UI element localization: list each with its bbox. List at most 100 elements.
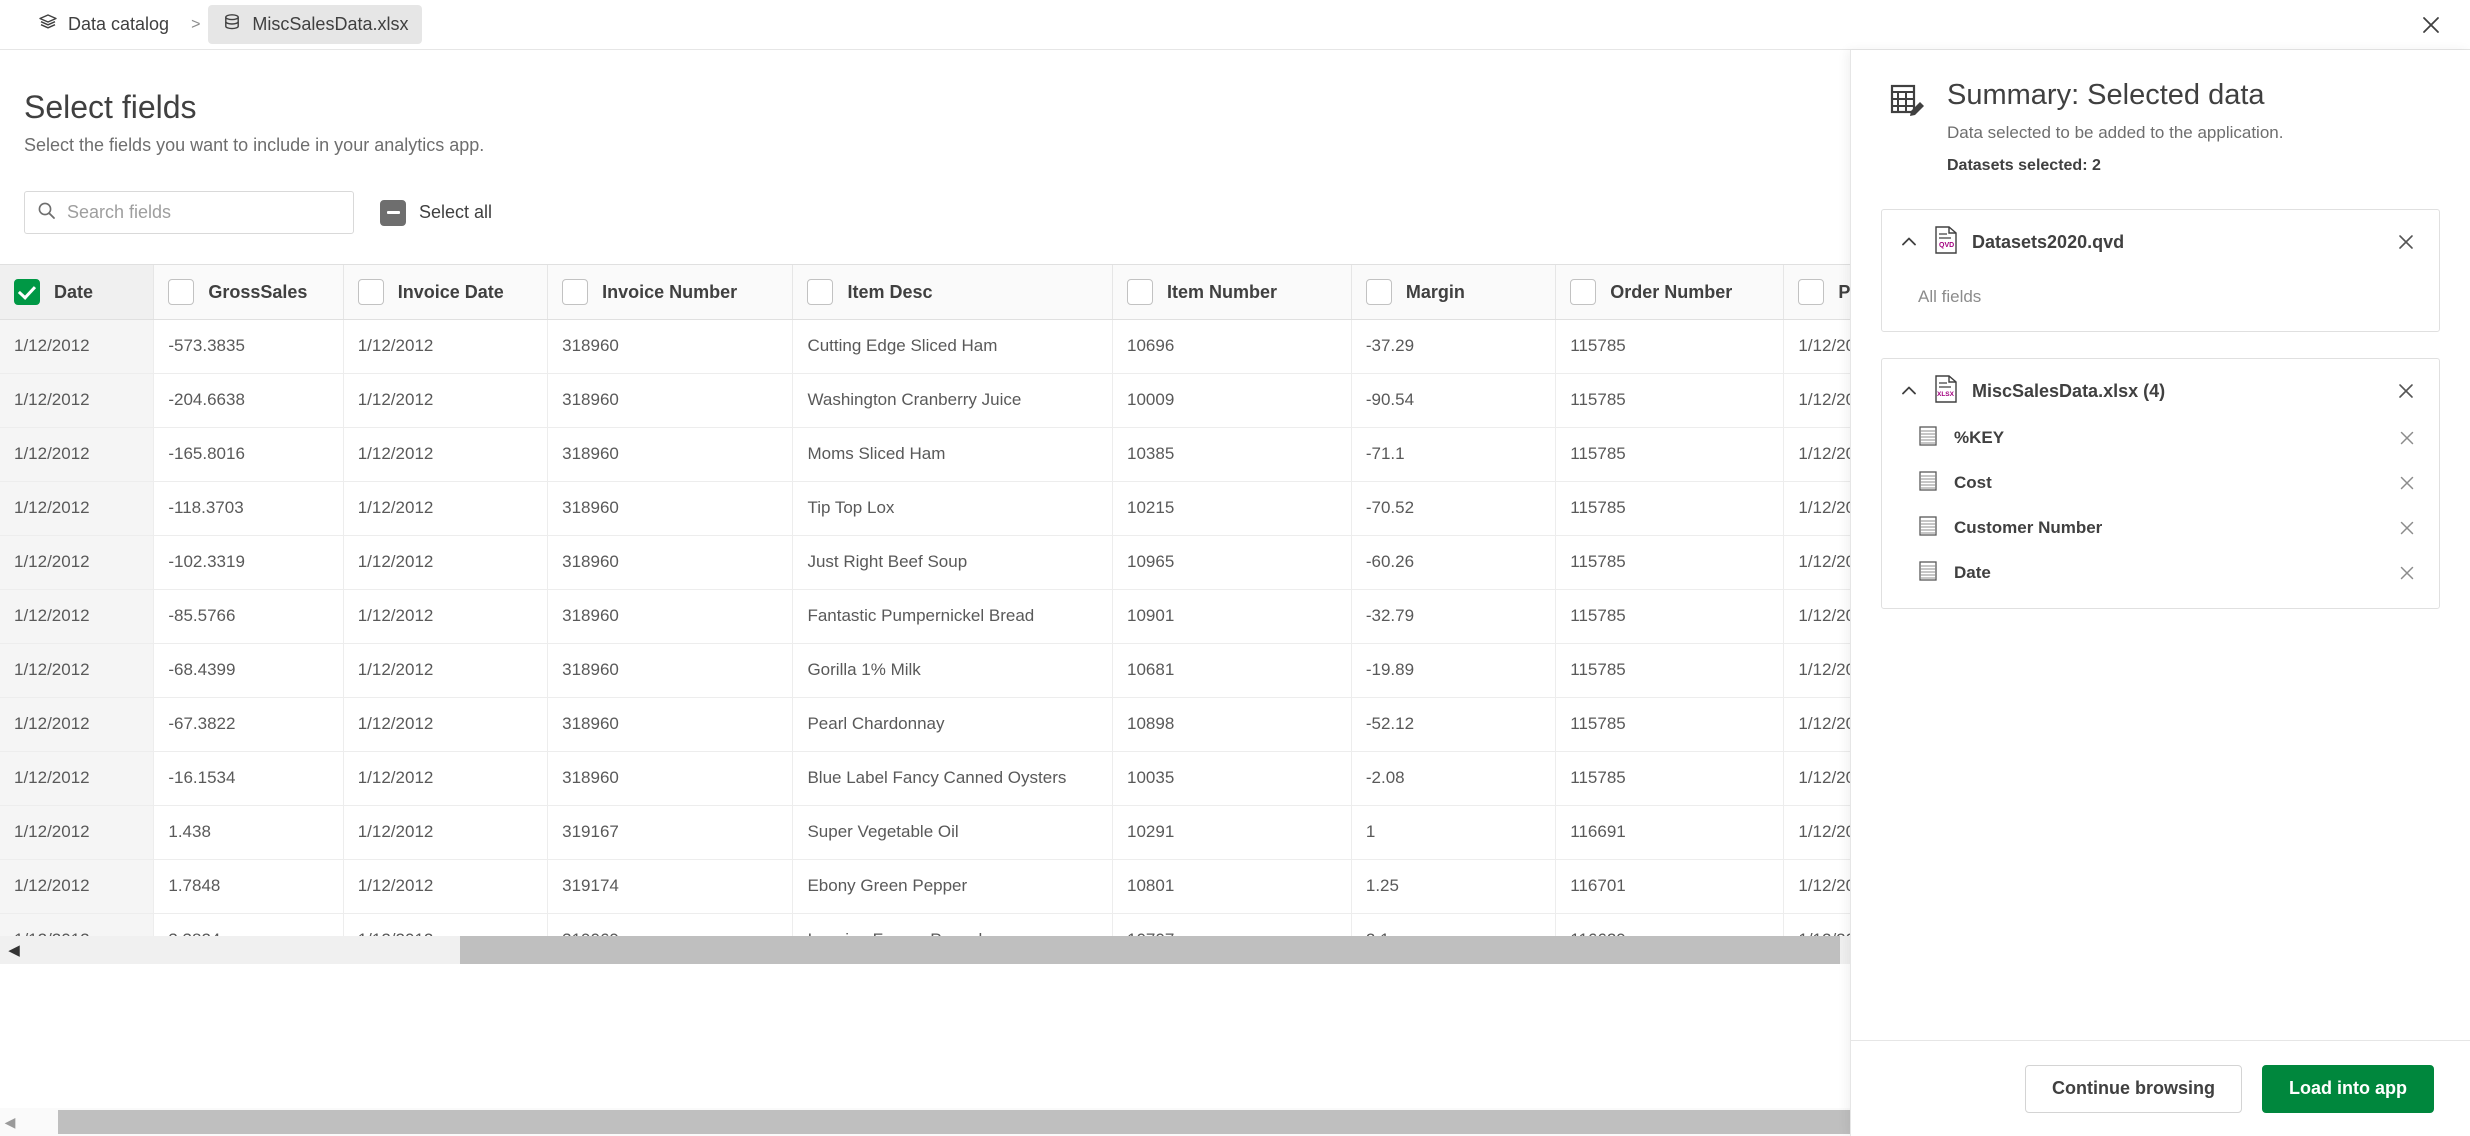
column-label: Item Number xyxy=(1167,281,1278,302)
column-header-item-desc[interactable]: Item Desc xyxy=(792,265,1113,320)
dataset-card-xlsx: XLSX MiscSalesData.xlsx (4) %KEY Cost Cust… xyxy=(1881,357,2440,609)
table-cell: -16.1534 xyxy=(153,751,344,806)
field-row: Cost xyxy=(1882,461,2439,506)
column-checkbox[interactable] xyxy=(357,279,384,306)
field-icon xyxy=(1918,560,1938,587)
column-header-margin[interactable]: Margin xyxy=(1351,265,1557,320)
page-scroll-left-arrow-icon[interactable]: ◀ xyxy=(0,1114,20,1131)
field-row: Customer Number xyxy=(1882,506,2439,551)
table-cell: 115785 xyxy=(1555,697,1785,752)
table-cell: Ebony Green Pepper xyxy=(792,859,1113,914)
breadcrumb-item-data-catalog[interactable]: Data catalog xyxy=(24,5,183,44)
table-cell: 115785 xyxy=(1555,373,1785,428)
table-cell: -70.52 xyxy=(1351,481,1557,536)
scroll-left-arrow-icon[interactable]: ◀ xyxy=(0,941,28,959)
field-name: Date xyxy=(1954,563,1991,583)
summary-panel: Summary: Selected data Data selected to … xyxy=(1850,50,2470,1136)
table-cell: 10291 xyxy=(1112,805,1352,860)
column-header-grosssales[interactable]: GrossSales xyxy=(153,265,344,320)
select-all-checkbox[interactable] xyxy=(380,199,406,226)
remove-field-icon[interactable] xyxy=(2395,471,2419,495)
continue-browsing-button[interactable]: Continue browsing xyxy=(2025,1064,2243,1113)
breadcrumb-separator: > xyxy=(191,15,201,33)
column-header-invoice-number[interactable]: Invoice Number xyxy=(547,265,794,320)
load-into-app-button[interactable]: Load into app xyxy=(2262,1064,2434,1113)
table-cell: 10965 xyxy=(1112,535,1352,590)
table-cell: -165.8016 xyxy=(153,427,344,482)
table-cell: 318960 xyxy=(547,751,794,806)
table-cell: 1/12/2012 xyxy=(0,805,155,860)
table-cell: 1/12/2012 xyxy=(0,319,155,374)
table-cell: 10901 xyxy=(1112,589,1352,644)
table-cell: 1/12/2012 xyxy=(0,427,155,482)
remove-field-icon[interactable] xyxy=(2395,426,2419,450)
table-cell: 115785 xyxy=(1555,427,1785,482)
table-cell: -32.79 xyxy=(1351,589,1557,644)
dataset-card-header[interactable]: XLSX MiscSalesData.xlsx (4) xyxy=(1882,359,2439,416)
table-cell: 318960 xyxy=(547,535,794,590)
table-cell: Tip Top Lox xyxy=(792,481,1113,536)
dataset-card-header[interactable]: QVD Datasets2020.qvd xyxy=(1882,210,2439,267)
search-field-container[interactable] xyxy=(24,191,354,235)
remove-dataset-icon[interactable] xyxy=(2393,229,2419,255)
column-checkbox[interactable] xyxy=(14,279,40,306)
table-cell: 1/12/2012 xyxy=(0,481,155,536)
field-icon xyxy=(1918,425,1938,452)
table-cell: 1/12/2012 xyxy=(343,319,549,374)
column-checkbox[interactable] xyxy=(1365,279,1392,306)
column-checkbox[interactable] xyxy=(1798,279,1825,306)
table-cell: 1/12/2012 xyxy=(343,805,549,860)
table-cell: -204.6638 xyxy=(153,373,344,428)
column-header-invoice-date[interactable]: Invoice Date xyxy=(343,265,549,320)
close-icon[interactable] xyxy=(2416,10,2446,40)
select-all-control[interactable]: Select all xyxy=(380,199,492,226)
table-cell: 115785 xyxy=(1555,751,1785,806)
dataset-field-list: %KEY Cost Customer Number Date xyxy=(1882,416,2439,596)
table-cell: 1/12/2012 xyxy=(343,643,549,698)
breadcrumb-label: Data catalog xyxy=(68,14,170,34)
table-cell: 116701 xyxy=(1555,859,1785,914)
summary-header: Summary: Selected data Data selected to … xyxy=(1851,50,2470,185)
summary-data-icon xyxy=(1887,80,1927,175)
remove-field-icon[interactable] xyxy=(2395,561,2419,585)
table-cell: 1/12/2012 xyxy=(0,697,155,752)
table-cell: -19.89 xyxy=(1351,643,1557,698)
breadcrumb-label: MiscSalesData.xlsx xyxy=(252,14,409,34)
field-name: %KEY xyxy=(1954,428,2005,448)
column-checkbox[interactable] xyxy=(1127,279,1153,306)
table-cell: 318960 xyxy=(547,427,794,482)
column-checkbox[interactable] xyxy=(1570,279,1597,306)
chevron-up-icon[interactable] xyxy=(1898,231,1920,253)
table-cell: 115785 xyxy=(1555,319,1785,374)
table-cell: 1/12/2012 xyxy=(343,535,549,590)
table-cell: Moms Sliced Ham xyxy=(792,427,1113,482)
column-checkbox[interactable] xyxy=(562,279,589,306)
table-cell: Cutting Edge Sliced Ham xyxy=(792,319,1113,374)
table-cell: 1/12/2012 xyxy=(343,697,549,752)
table-cell: 1/12/2012 xyxy=(0,643,155,698)
column-checkbox[interactable] xyxy=(168,279,195,306)
dataset-icon xyxy=(222,12,242,37)
table-cell: Just Right Beef Soup xyxy=(792,535,1113,590)
scrollbar-thumb[interactable] xyxy=(460,936,1840,965)
table-cell: -85.5766 xyxy=(153,589,344,644)
column-header-order-number[interactable]: Order Number xyxy=(1555,265,1785,320)
breadcrumb-item-dataset[interactable]: MiscSalesData.xlsx xyxy=(208,5,423,44)
table-cell: 1/12/2012 xyxy=(343,751,549,806)
top-bar: Data catalog > MiscSalesData.xlsx xyxy=(0,0,2470,50)
table-cell: 1/12/2012 xyxy=(0,589,155,644)
table-cell: 115785 xyxy=(1555,535,1785,590)
remove-field-icon[interactable] xyxy=(2395,516,2419,540)
remove-dataset-icon[interactable] xyxy=(2393,378,2419,404)
table-cell: -67.3822 xyxy=(153,697,344,752)
search-input[interactable] xyxy=(67,202,341,224)
column-header-item-number[interactable]: Item Number xyxy=(1112,265,1352,320)
column-checkbox[interactable] xyxy=(807,279,834,306)
table-cell: 1 xyxy=(1351,805,1557,860)
column-header-date[interactable]: Date xyxy=(0,265,155,320)
svg-text:QVD: QVD xyxy=(1939,242,1954,249)
table-cell: 115785 xyxy=(1555,589,1785,644)
column-label: Date xyxy=(54,281,94,302)
table-cell: -573.3835 xyxy=(153,319,344,374)
chevron-up-icon[interactable] xyxy=(1898,380,1920,402)
